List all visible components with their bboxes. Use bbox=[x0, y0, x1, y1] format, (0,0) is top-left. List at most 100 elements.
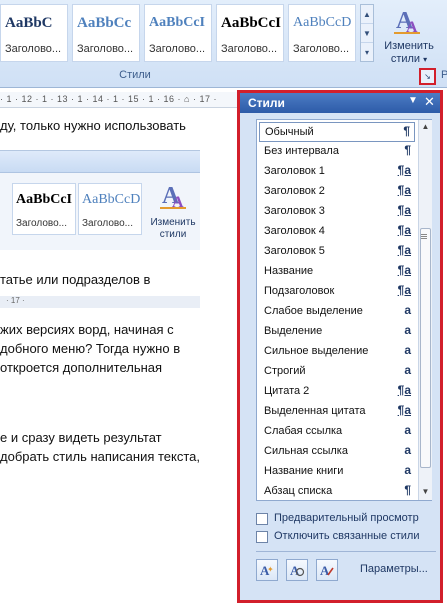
preview-checkbox[interactable] bbox=[256, 513, 268, 525]
dialog-launcher-icon: ↘ bbox=[424, 72, 431, 81]
quick-style-tile[interactable]: AaBbCcI Заголово... bbox=[144, 4, 212, 62]
style-list-item[interactable]: Заголовок 4 ¶a bbox=[259, 222, 415, 242]
preview-checkbox-label: Предварительный просмотр bbox=[274, 512, 419, 524]
style-list-item[interactable]: Заголовок 2 ¶a bbox=[259, 182, 415, 202]
pane-header: Стили ▼ ✕ bbox=[240, 93, 440, 113]
quick-style-label: Заголово... bbox=[149, 43, 206, 55]
svg-text:✦: ✦ bbox=[267, 565, 274, 574]
horizontal-ruler[interactable]: · 1 · 12 · 1 · 13 · 1 · 14 · 1 · 15 · 1 … bbox=[0, 92, 238, 108]
pane-title: Стили bbox=[248, 96, 285, 110]
embedded-ruler: · 17 · bbox=[0, 296, 200, 308]
style-name: Обычный bbox=[265, 126, 314, 138]
style-inspector-icon: A bbox=[290, 563, 305, 578]
quick-style-sample: AaBbCc bbox=[77, 15, 132, 31]
style-name: Строгий bbox=[264, 365, 306, 377]
change-styles-button[interactable]: A A Изменить стили ▾ bbox=[376, 4, 442, 66]
disable-linked-checkbox-label: Отключить связанные стили bbox=[274, 530, 420, 542]
close-icon[interactable]: ✕ bbox=[424, 94, 435, 110]
manage-styles-icon: A bbox=[320, 563, 334, 578]
styles-dialog-launcher[interactable]: ↘ bbox=[419, 68, 436, 85]
scroll-down-icon[interactable]: ▼ bbox=[419, 485, 432, 499]
style-name: Слабая ссылка bbox=[264, 425, 343, 437]
style-type-icon: a bbox=[404, 463, 411, 477]
style-type-icon: ¶ bbox=[404, 483, 411, 497]
style-name: Сильная ссылка bbox=[264, 445, 348, 457]
style-name: Абзац списка bbox=[264, 485, 333, 497]
options-link[interactable]: Параметры... bbox=[360, 563, 428, 575]
embedded-style-label: Заголово... bbox=[82, 218, 133, 229]
embedded-ribbon-band bbox=[0, 151, 200, 173]
change-styles-label: Изменить стили ▾ bbox=[384, 40, 434, 65]
style-type-icon: ¶a bbox=[397, 283, 411, 297]
style-list-item[interactable]: Строгий a bbox=[259, 362, 415, 382]
style-type-icon: ¶a bbox=[397, 243, 411, 257]
gallery-up-icon[interactable]: ▲ bbox=[361, 5, 373, 24]
style-name: Сильное выделение bbox=[264, 345, 369, 357]
style-name: Без интервала bbox=[264, 145, 339, 157]
style-type-icon: a bbox=[404, 443, 411, 457]
new-style-button[interactable]: A ✦ bbox=[256, 559, 278, 581]
style-name: Заголовок 4 bbox=[264, 225, 325, 237]
document-line: добного меню? Тогда нужно в bbox=[0, 341, 181, 356]
document-page[interactable]: ду, только нужно использовать AaBbCcI За… bbox=[0, 108, 238, 605]
style-type-icon: ¶a bbox=[397, 403, 411, 417]
style-type-icon: ¶a bbox=[397, 263, 411, 277]
style-list-item[interactable]: Заголовок 1 ¶a bbox=[259, 162, 415, 182]
style-list-item[interactable]: Сильная ссылка a bbox=[259, 442, 415, 462]
style-list-item[interactable]: Слабое выделение a bbox=[259, 302, 415, 322]
quick-style-tile[interactable]: AaBbC Заголово... bbox=[0, 4, 68, 62]
scroll-thumb[interactable] bbox=[420, 228, 431, 468]
document-line: добрать стиль написания текста, bbox=[0, 449, 201, 464]
ruler-ticks: · 1 · 12 · 1 · 13 · 1 · 14 · 1 · 15 · 1 … bbox=[0, 94, 218, 104]
style-type-icon: a bbox=[404, 423, 411, 437]
scroll-up-icon[interactable]: ▲ bbox=[419, 120, 432, 134]
document-line: ду, только нужно использовать bbox=[0, 118, 186, 133]
embedded-style-sample: AaBbCcD bbox=[82, 192, 141, 207]
style-name: Заголовок 2 bbox=[264, 185, 325, 197]
style-list-item[interactable]: Заголовок 3 ¶a bbox=[259, 202, 415, 222]
embedded-screenshot: AaBbCcI Заголово... AaBbCcD Заголово... … bbox=[0, 150, 200, 308]
quick-style-label: Заголово... bbox=[221, 43, 278, 55]
style-inspector-button[interactable]: A bbox=[286, 559, 308, 581]
quick-style-label: Заголово... bbox=[293, 43, 350, 55]
style-type-icon: a bbox=[404, 323, 411, 337]
embedded-style-tile: AaBbCcD Заголово... bbox=[78, 183, 142, 235]
pane-menu-icon[interactable]: ▼ bbox=[408, 95, 418, 106]
style-list-item[interactable]: Цитата 2 ¶a bbox=[259, 382, 415, 402]
quick-style-label: Заголово... bbox=[5, 43, 62, 55]
embedded-style-label: Заголово... bbox=[16, 218, 67, 229]
manage-styles-button[interactable]: A bbox=[316, 559, 338, 581]
style-name: Подзаголовок bbox=[264, 285, 335, 297]
style-list-item[interactable]: Название книги a bbox=[259, 462, 415, 482]
quick-style-tile[interactable]: AaBbCcD Заголово... bbox=[288, 4, 356, 62]
styles-list-scrollbar[interactable]: ▲ ▼ bbox=[418, 120, 432, 500]
scroll-grip-icon bbox=[421, 234, 427, 235]
styles-task-pane: Стили ▼ ✕ Обычный ¶ Без интервала ¶ Заголово… bbox=[237, 90, 443, 603]
disable-linked-checkbox[interactable] bbox=[256, 531, 268, 543]
gallery-more-icon[interactable]: ▾ bbox=[361, 43, 373, 62]
quick-style-sample: AaBbC bbox=[5, 15, 53, 31]
style-type-icon: ¶a bbox=[397, 203, 411, 217]
quick-style-tile[interactable]: AaBbCc Заголово... bbox=[72, 4, 140, 62]
style-list-item[interactable]: Название ¶a bbox=[259, 262, 415, 282]
style-list-item[interactable]: Выделенная цитата ¶a bbox=[259, 402, 415, 422]
style-list-item[interactable]: Слабая ссылка a bbox=[259, 422, 415, 442]
embedded-change-styles: A A Изменить стили bbox=[146, 181, 200, 241]
quick-styles-gallery: AaBbC Заголово... AaBbCc Заголово... AaB… bbox=[0, 4, 358, 64]
gallery-scroll: ▲ ▼ ▾ bbox=[360, 4, 374, 62]
style-list-item[interactable]: Выделение a bbox=[259, 322, 415, 342]
style-list-item[interactable]: Абзац списка ¶ bbox=[259, 482, 415, 502]
style-list-item[interactable]: Без интервала ¶ bbox=[259, 142, 415, 162]
styles-list: Обычный ¶ Без интервала ¶ Заголовок 1 ¶a Загол… bbox=[256, 119, 432, 501]
style-type-icon: ¶a bbox=[397, 383, 411, 397]
svg-text:A: A bbox=[320, 563, 330, 578]
style-list-item[interactable]: Заголовок 5 ¶a bbox=[259, 242, 415, 262]
style-list-item[interactable]: Обычный ¶ bbox=[259, 122, 415, 142]
ribbon-edge-label: Р bbox=[441, 69, 447, 81]
embedded-change-styles-label: Изменить стили bbox=[150, 217, 196, 240]
style-list-item[interactable]: Подзаголовок ¶a bbox=[259, 282, 415, 302]
quick-style-tile[interactable]: AaBbCcI Заголово... bbox=[216, 4, 284, 62]
style-list-item[interactable]: Сильное выделение a bbox=[259, 342, 415, 362]
gallery-down-icon[interactable]: ▼ bbox=[361, 24, 373, 43]
document-line: татье или подразделов в bbox=[0, 272, 151, 287]
